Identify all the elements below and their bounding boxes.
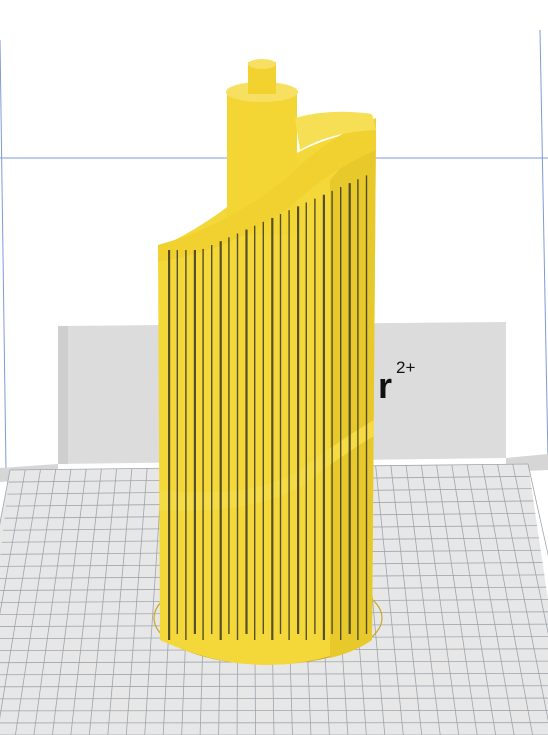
spiral-vase-model-icon[interactable] — [153, 59, 383, 665]
build-volume-left-edge — [0, 39, 7, 471]
backdrop-label-superscript: 2+ — [396, 358, 416, 377]
backdrop-label: r 2+ — [378, 359, 415, 406]
build-volume-right-edge — [539, 29, 548, 461]
backdrop-label-main: r — [378, 365, 393, 406]
scene-canvas[interactable] — [0, 0, 548, 735]
back-wall-left-edge — [58, 326, 68, 464]
3d-viewport[interactable]: r 2+ — [0, 0, 548, 735]
